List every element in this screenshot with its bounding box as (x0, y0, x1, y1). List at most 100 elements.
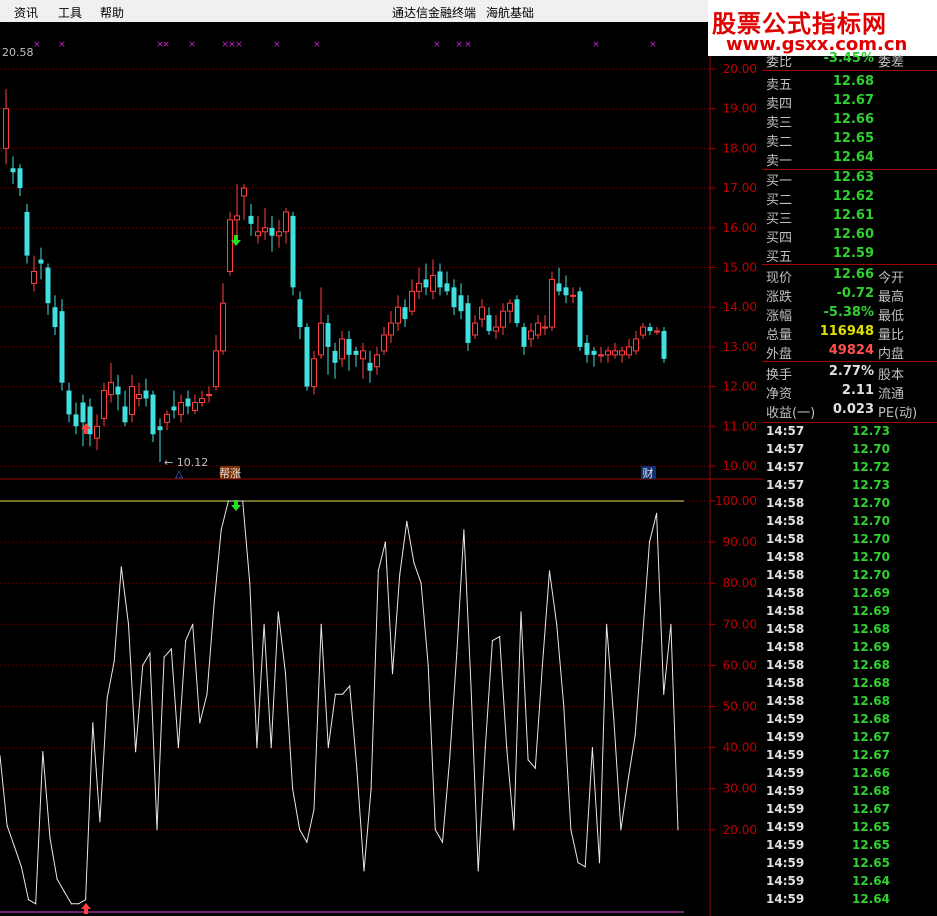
indicator-point (441, 841, 444, 843)
candle-body (381, 334, 387, 352)
indicator-point (284, 673, 287, 675)
indicator-point (670, 623, 672, 625)
tick-time: 14:57 (766, 442, 805, 456)
candle-body (535, 322, 541, 336)
candle-body (17, 168, 23, 189)
quote-row: 卖一 12.64 (766, 150, 937, 169)
tick-row: 14:59 12.67 (766, 748, 937, 766)
candle-body (423, 279, 429, 288)
menu-item-news[interactable]: 资讯 (14, 4, 38, 21)
candle-body (52, 307, 58, 328)
quote-value: -3.45% (823, 51, 875, 66)
quote-label: 卖一 (766, 154, 793, 169)
quote-row: 卖三 12.66 (766, 112, 937, 131)
menu-item-help[interactable]: 帮助 (100, 4, 124, 21)
candle-body (472, 322, 478, 336)
quote-row: 买四 12.60 (766, 227, 937, 246)
candle-body (325, 323, 331, 347)
quote-ext-label: 最高 (878, 290, 905, 305)
tick-price: 12.67 (852, 802, 890, 816)
quote-value: 0.023 (832, 402, 874, 417)
candle-body (563, 287, 569, 296)
tick-price: 12.68 (852, 658, 890, 672)
quote-separator (762, 422, 937, 423)
candle-body (332, 350, 338, 363)
signal-cross-marker: × (188, 40, 196, 50)
candle-body (514, 299, 520, 324)
candle-body (661, 331, 667, 359)
candle-body (353, 350, 359, 355)
candle-body (199, 398, 205, 403)
candle-body (94, 425, 100, 439)
menu-item-tools[interactable]: 工具 (58, 4, 82, 21)
quote-value: -0.72 (836, 286, 874, 301)
top-value-label: 20.58 (2, 46, 34, 59)
tick-time: 14:59 (766, 838, 805, 852)
indicator-point (42, 751, 44, 753)
quote-ext-label: 委差 (878, 55, 905, 70)
indicator-point (270, 747, 272, 749)
candle-body (3, 108, 9, 149)
indicator-point (70, 903, 72, 905)
indicator-tick-label: 80.00 (723, 576, 757, 590)
quote-separator (762, 264, 937, 265)
quote-row: 换手 2.77% 股本 (766, 364, 937, 383)
tick-row: 14:58 12.70 (766, 496, 937, 514)
tick-row: 14:59 12.66 (766, 766, 937, 784)
tick-time: 14:59 (766, 874, 805, 888)
tick-row: 14:57 12.73 (766, 478, 937, 496)
candle-body (647, 327, 653, 332)
candle-body (605, 350, 611, 356)
candle-body (619, 350, 625, 356)
indicator-tick-label: 100.00 (715, 494, 757, 508)
quote-row: 买三 12.61 (766, 208, 937, 227)
indicator-point (513, 829, 515, 831)
quote-label: 卖五 (766, 78, 793, 93)
indicator-point (142, 664, 144, 667)
quote-value: -5.38% (823, 305, 875, 320)
indicator-point (227, 500, 229, 502)
tick-price: 12.69 (852, 604, 890, 618)
tick-row: 14:57 12.72 (766, 460, 937, 478)
indicator-point (313, 808, 315, 810)
candle-body (507, 302, 513, 312)
candle-body (283, 211, 289, 233)
indicator-point (370, 788, 372, 790)
indicator-point (606, 623, 608, 625)
candle-body (248, 215, 254, 224)
indicator-point (177, 747, 179, 749)
price-tick-label: 13.00 (723, 340, 757, 354)
indicator-tick-label: 40.00 (723, 741, 757, 755)
candle-body (66, 390, 72, 415)
tick-time: 14:59 (766, 748, 805, 762)
indicator-point (449, 759, 451, 761)
indicator-point (199, 722, 201, 724)
quote-label: 净资 (766, 387, 793, 402)
quote-row: 涨幅 -5.38% 最低 (766, 305, 937, 324)
candle-body (374, 354, 380, 368)
indicator-point (356, 767, 358, 769)
candle-body (108, 382, 114, 396)
candle-body (31, 270, 37, 284)
candle-body (115, 386, 121, 395)
tick-price: 12.64 (852, 892, 890, 906)
quote-row: 买五 12.59 (766, 246, 937, 265)
indicator-point (299, 829, 301, 831)
indicator-tick-label: 50.00 (723, 700, 757, 714)
candle-body (591, 350, 597, 355)
indicator-point (384, 541, 386, 543)
tick-time: 14:58 (766, 604, 805, 618)
indicator-point (506, 747, 508, 749)
indicator-point (49, 837, 51, 839)
quote-label: 买一 (766, 174, 793, 189)
indicator-point (206, 693, 208, 695)
tick-row: 14:59 12.65 (766, 820, 937, 838)
indicator-point (56, 878, 58, 880)
quote-value: 2.11 (841, 383, 874, 398)
quote-row: 收益(一) 0.023 PE(动) (766, 402, 937, 421)
candle-body (213, 350, 219, 388)
tick-row: 14:58 12.70 (766, 550, 937, 568)
signal-cross-marker: × (313, 40, 321, 50)
indicator-point (563, 705, 565, 708)
indicator-tick-label: 30.00 (723, 782, 757, 796)
